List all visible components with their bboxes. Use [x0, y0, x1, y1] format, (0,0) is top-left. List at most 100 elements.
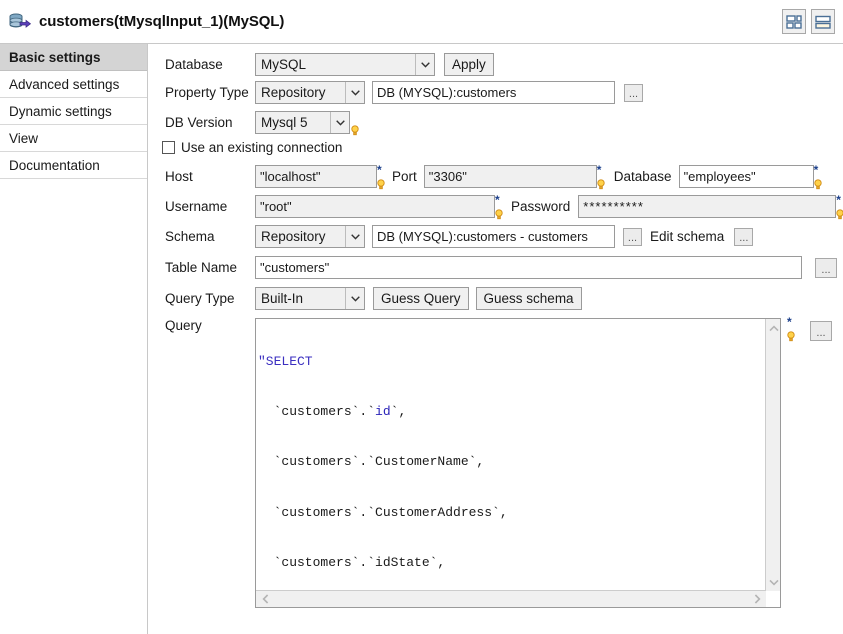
db-version-hint	[350, 111, 359, 134]
password-input[interactable]: **********	[578, 195, 836, 218]
host-port-database-row: Host "localhost" * Port "3306" * Databas…	[165, 165, 823, 188]
username-label: Username	[165, 199, 255, 214]
use-existing-connection-checkbox[interactable]	[162, 141, 175, 154]
sidebar-item-basic-settings[interactable]: Basic settings	[0, 44, 147, 71]
guess-query-button[interactable]: Guess Query	[373, 287, 469, 310]
query-type-select[interactable]: Built-In	[255, 287, 365, 310]
username-input[interactable]: "root"	[255, 195, 495, 218]
schema-repository-field[interactable]: DB (MYSQL):customers - customers	[372, 225, 615, 248]
schema-select[interactable]: Repository	[255, 225, 365, 248]
bulb-icon	[377, 177, 384, 187]
host-label: Host	[165, 169, 255, 184]
use-existing-connection-row[interactable]: Use an existing connection	[162, 140, 342, 155]
username-required-indicator: *	[495, 195, 504, 218]
component-settings-window: customers(tMysqlInput_1)(MySQL) Basic se…	[0, 0, 843, 634]
bulb-icon	[787, 329, 795, 347]
edit-schema-label: Edit schema	[650, 229, 724, 244]
scroll-up-icon[interactable]	[766, 321, 781, 335]
property-type-label: Property Type	[165, 85, 255, 100]
property-type-row: Property Type Repository DB (MYSQL):cust…	[165, 81, 643, 104]
required-asterisk: *	[787, 315, 792, 329]
table-name-label: Table Name	[165, 260, 255, 275]
db-version-select-value: Mysql 5	[256, 115, 330, 130]
page-title: customers(tMysqlInput_1)(MySQL)	[39, 13, 284, 30]
scroll-down-icon[interactable]	[766, 575, 781, 589]
database-select-value: MySQL	[256, 57, 415, 72]
edit-schema-button[interactable]: ...	[734, 228, 753, 246]
bulb-icon	[597, 177, 604, 187]
window-titlebar: customers(tMysqlInput_1)(MySQL)	[0, 0, 843, 44]
scroll-right-icon[interactable]	[750, 591, 764, 607]
required-asterisk: *	[814, 163, 819, 177]
required-asterisk: *	[377, 163, 382, 177]
host-input[interactable]: "localhost"	[255, 165, 377, 188]
guess-schema-button[interactable]: Guess schema	[476, 287, 582, 310]
query-type-row: Query Type Built-In Guess Query Guess sc…	[165, 287, 582, 310]
database-label: Database	[165, 57, 255, 72]
username-password-row: Username "root" * Password ********** *	[165, 195, 843, 218]
chevron-down-icon	[330, 112, 349, 133]
table-name-row: Table Name "customers" ...	[165, 256, 837, 279]
query-horizontal-scrollbar[interactable]	[256, 590, 766, 607]
bulb-icon	[495, 207, 502, 217]
query-line: `customers`.`id`,	[258, 404, 758, 421]
chevron-down-icon	[345, 226, 364, 247]
basic-settings-form: Database MySQL Apply Property Type Repos…	[149, 44, 843, 634]
scroll-left-icon[interactable]	[258, 591, 272, 607]
apply-button[interactable]: Apply	[444, 53, 494, 76]
schema-browse-button[interactable]: ...	[623, 228, 642, 246]
database-name-input[interactable]: "employees"	[679, 165, 814, 188]
chevron-down-icon	[415, 54, 434, 75]
tile-layout-button[interactable]	[782, 9, 806, 34]
query-line: "SELECT	[258, 354, 758, 371]
query-label-row: Query	[165, 318, 202, 333]
property-type-select[interactable]: Repository	[255, 81, 365, 104]
database-name-label: Database	[614, 169, 672, 184]
port-required-indicator: *	[597, 165, 606, 188]
table-name-browse-button[interactable]: ...	[815, 258, 837, 278]
query-editor[interactable]: "SELECT `customers`.`id`, `customers`.`C…	[255, 318, 781, 608]
query-line: `customers`.`idState`,	[258, 555, 758, 572]
password-label: Password	[511, 199, 570, 214]
property-type-repository-field[interactable]: DB (MYSQL):customers	[372, 81, 615, 104]
schema-label: Schema	[165, 229, 255, 244]
bulb-icon	[836, 207, 843, 217]
sidebar-item-documentation[interactable]: Documentation	[0, 152, 147, 179]
password-required-indicator: *	[836, 195, 843, 218]
database-row: Database MySQL Apply	[165, 53, 494, 76]
schema-row: Schema Repository DB (MYSQL):customers -…	[165, 225, 753, 248]
query-vertical-scrollbar[interactable]	[765, 319, 780, 591]
port-input[interactable]: "3306"	[424, 165, 597, 188]
property-type-browse-button[interactable]: ...	[624, 84, 643, 102]
database-output-icon	[9, 13, 31, 31]
sidebar-item-dynamic-settings[interactable]: Dynamic settings	[0, 98, 147, 125]
sidebar-item-advanced-settings[interactable]: Advanced settings	[0, 71, 147, 98]
query-type-select-value: Built-In	[256, 291, 345, 306]
bulb-icon	[814, 177, 821, 187]
database-select[interactable]: MySQL	[255, 53, 435, 76]
sidebar-item-view[interactable]: View	[0, 125, 147, 152]
host-required-indicator: *	[377, 165, 386, 188]
row-layout-button[interactable]	[811, 9, 835, 34]
db-version-row: DB Version Mysql 5	[165, 111, 359, 134]
table-name-input[interactable]: "customers"	[255, 256, 802, 279]
use-existing-connection-label: Use an existing connection	[181, 140, 342, 155]
required-asterisk: *	[597, 163, 602, 177]
required-asterisk: *	[495, 193, 500, 207]
settings-tab-list: Basic settings Advanced settings Dynamic…	[0, 44, 148, 634]
required-asterisk: *	[836, 193, 841, 207]
bulb-icon	[351, 123, 358, 133]
port-label: Port	[392, 169, 417, 184]
query-line: `customers`.`CustomerName`,	[258, 454, 758, 471]
property-type-select-value: Repository	[256, 85, 345, 100]
titlebar-tools	[782, 9, 835, 34]
db-version-label: DB Version	[165, 115, 255, 130]
database-name-required-indicator: *	[814, 165, 823, 188]
query-label: Query	[165, 318, 202, 333]
query-browse-button[interactable]: ...	[810, 321, 832, 341]
db-version-select[interactable]: Mysql 5	[255, 111, 350, 134]
query-type-label: Query Type	[165, 291, 255, 306]
query-editor-text: "SELECT `customers`.`id`, `customers`.`C…	[258, 320, 758, 608]
chevron-down-icon	[345, 82, 364, 103]
query-required-indicator: *	[787, 318, 797, 342]
